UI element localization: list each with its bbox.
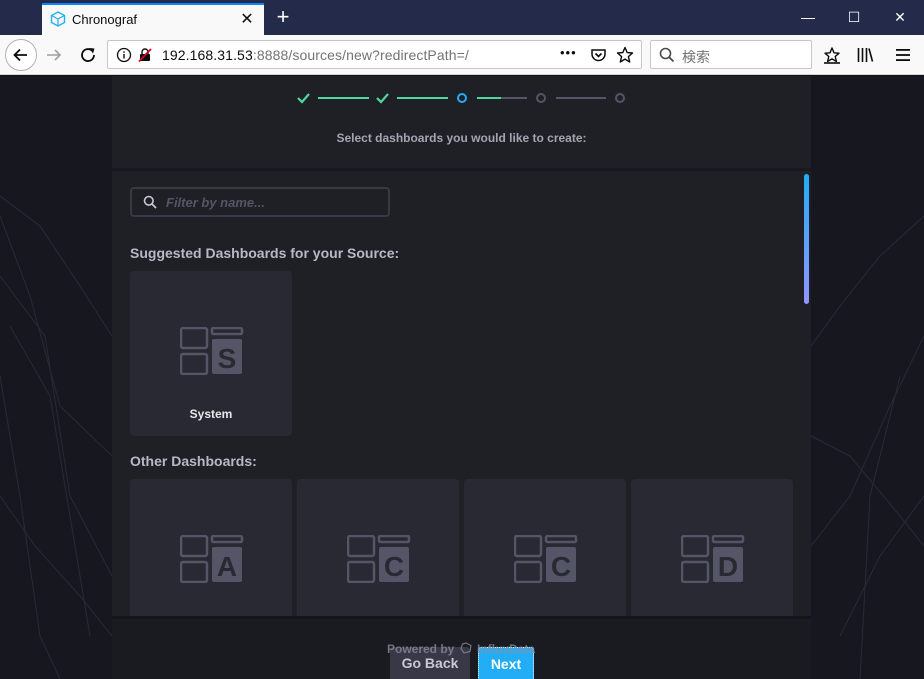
search-bar[interactable]: 検索 <box>650 40 812 69</box>
reload-button[interactable] <box>76 43 100 67</box>
reload-icon <box>81 48 95 62</box>
url-text[interactable]: 192.168.31.53:8888/sources/new?redirectP… <box>162 47 469 63</box>
powered-by-brand: InfluxData <box>477 642 536 656</box>
url-path: :8888/sources/new?redirectPath=/ <box>252 47 469 63</box>
close-window-button[interactable]: ✕ <box>877 0 923 35</box>
tab-title: Chronograf <box>72 12 138 27</box>
info-icon[interactable] <box>116 47 132 63</box>
suggested-dashboards-title: Suggested Dashboards for your Source: <box>130 245 400 261</box>
arrow-right-icon <box>47 49 62 61</box>
dashboard-card-label: System <box>189 407 233 421</box>
back-button[interactable] <box>5 39 37 71</box>
page-actions-icon[interactable]: ••• <box>560 45 577 60</box>
step-pending-icon <box>615 93 625 103</box>
source-wizard-panel: Select dashboards you would like to crea… <box>112 76 811 679</box>
dashboard-filter-input[interactable]: Filter by name... <box>130 187 390 217</box>
dashboard-template-c-icon: C <box>347 535 411 583</box>
search-icon <box>659 47 675 63</box>
dashboard-card-system[interactable]: S System <box>130 271 292 436</box>
minimize-button[interactable]: — <box>785 0 831 35</box>
card-letter: C <box>384 551 404 582</box>
forward-button[interactable] <box>42 43 66 67</box>
hamburger-menu-icon[interactable] <box>895 47 911 63</box>
dashboard-template-d-icon: D <box>681 535 745 583</box>
dashboard-template-s-icon: S <box>180 327 244 375</box>
arrow-left-icon <box>13 48 27 62</box>
wizard-stepper <box>297 93 625 104</box>
bookmark-star-icon[interactable] <box>616 46 634 64</box>
step-complete-check-icon <box>297 93 310 104</box>
library-icon[interactable] <box>856 46 874 64</box>
new-tab-button[interactable]: + <box>270 5 296 31</box>
chronograf-logo-icon <box>50 11 66 27</box>
url-bar[interactable]: 192.168.31.53:8888/sources/new?redirectP… <box>107 40 642 69</box>
step-pending-icon <box>536 93 546 103</box>
card-letter: C <box>551 551 571 582</box>
wizard-footer: Go Back Next Powered by InfluxData <box>112 616 811 679</box>
tab-close-icon[interactable]: ✕ <box>238 9 256 29</box>
insecure-lock-icon[interactable] <box>137 47 153 63</box>
scrollbar-thumb[interactable] <box>804 174 809 304</box>
card-letter: D <box>718 551 738 582</box>
bookmarks-menu-icon[interactable] <box>823 46 841 64</box>
browser-navbar: 192.168.31.53:8888/sources/new?redirectP… <box>0 35 924 75</box>
step-current-icon <box>457 93 467 103</box>
search-placeholder: 検索 <box>682 49 710 65</box>
page-viewport: Select dashboards you would like to crea… <box>0 76 924 679</box>
step-complete-check-icon <box>376 93 389 104</box>
influxdata-logo-icon <box>460 642 472 654</box>
filter-placeholder: Filter by name... <box>166 195 265 210</box>
powered-by-text: Powered by <box>387 642 455 656</box>
url-host: 192.168.31.53 <box>162 47 253 63</box>
browser-tab[interactable]: Chronograf ✕ <box>42 3 264 35</box>
dashboard-template-a-icon: A <box>180 535 244 583</box>
other-dashboards-title: Other Dashboards: <box>130 453 257 469</box>
search-icon <box>143 195 157 209</box>
card-letter: S <box>218 343 237 374</box>
browser-titlebar: Chronograf ✕ + — ☐ ✕ <box>0 0 924 35</box>
powered-by: Powered by InfluxData <box>387 642 535 656</box>
pocket-icon[interactable] <box>590 47 607 63</box>
wizard-progress: Select dashboards you would like to crea… <box>112 76 811 171</box>
wizard-subtitle: Select dashboards you would like to crea… <box>336 131 587 145</box>
maximize-button[interactable]: ☐ <box>831 0 877 35</box>
dashboard-template-c-icon: C <box>514 535 578 583</box>
card-letter: A <box>217 551 237 582</box>
